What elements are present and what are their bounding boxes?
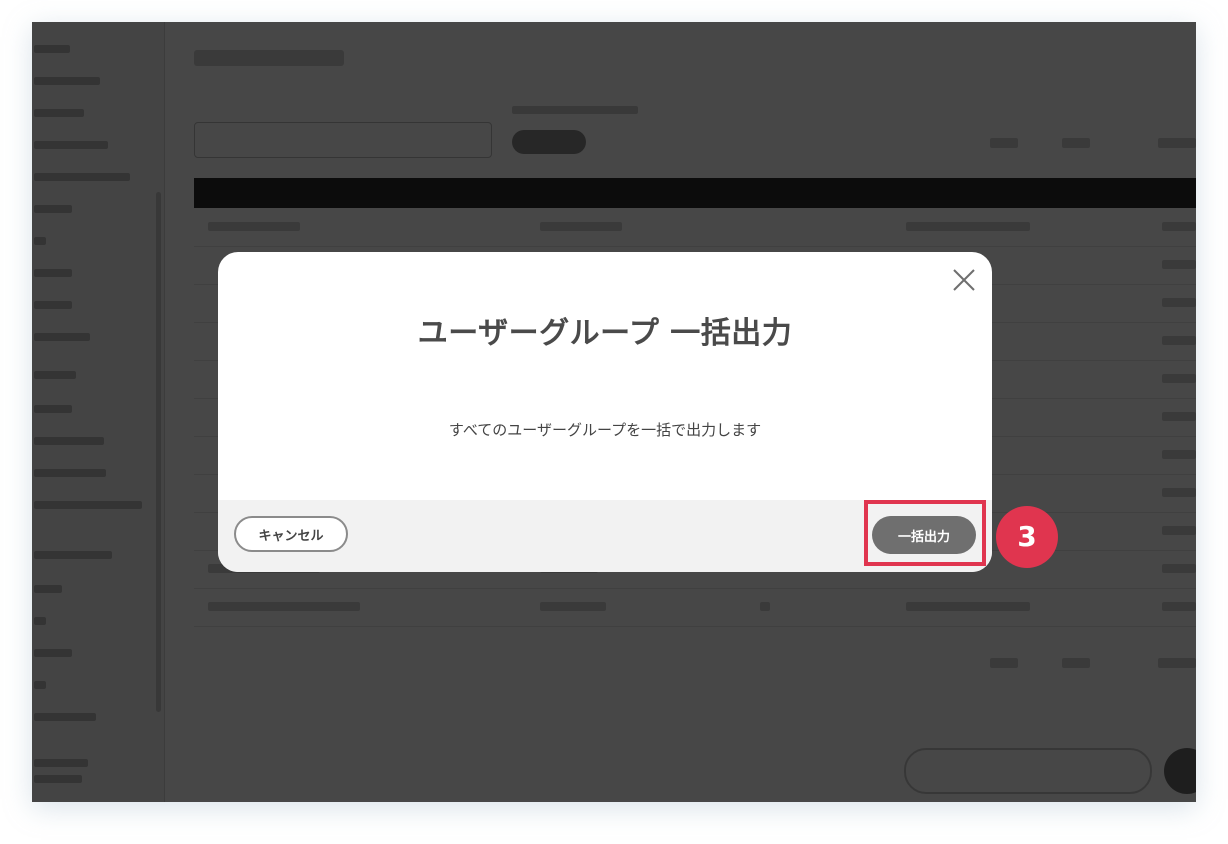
step-badge: 3	[996, 506, 1058, 568]
app-window: ユーザーグループ 一括出力 すべてのユーザーグループを一括で出力します キャンセ…	[32, 22, 1196, 802]
close-icon[interactable]	[952, 268, 976, 292]
cancel-button[interactable]: キャンセル	[234, 516, 348, 552]
dialog-footer: キャンセル 一括出力	[218, 500, 992, 572]
bulk-export-button[interactable]: 一括出力	[872, 516, 976, 554]
dialog-title: ユーザーグループ 一括出力	[417, 316, 793, 351]
dialog-message: すべてのユーザーグループを一括で出力します	[448, 421, 762, 439]
bulk-export-dialog: ユーザーグループ 一括出力 すべてのユーザーグループを一括で出力します キャンセ…	[218, 252, 992, 572]
